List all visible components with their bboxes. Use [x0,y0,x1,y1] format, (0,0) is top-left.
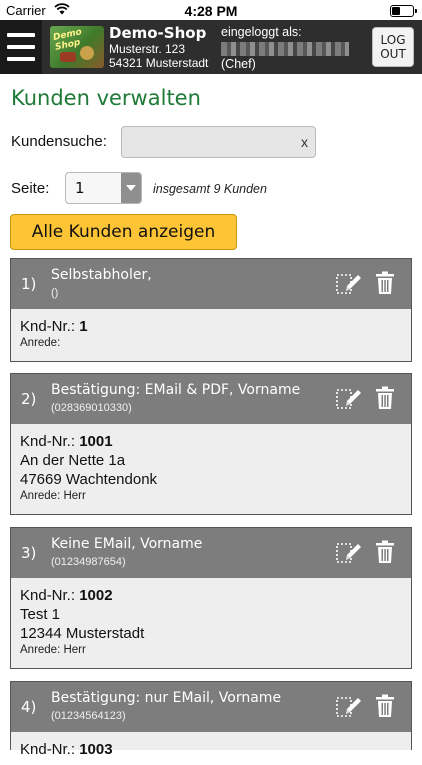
customer-phone: () [51,287,59,299]
logout-button[interactable]: LOG OUT [372,27,414,67]
customer-card-body: Knd-Nr.: 1003 [20,741,113,758]
app-header: Demo Shop Demo-Shop Musterstr. 123 54321 … [0,20,422,74]
customer-number: 1002 [79,587,113,604]
customer-phone: (028369010330) [51,402,132,414]
customer-index: 2) [21,390,37,408]
edit-icon[interactable] [335,540,363,566]
total-customers: insgesamt 9 Kunden [153,182,267,196]
customer-number: 1 [79,318,88,335]
customer-card-header[interactable]: 4) Bestätigung: nur EMail, Vorname (0123… [11,682,411,732]
customer-card-header[interactable]: 2) Bestätigung: EMail & PDF, Vorname (02… [11,374,411,424]
customer-card-body: Knd-Nr.: 1001 An der Nette 1a 47669 Wach… [11,424,411,510]
page-select-value: 1 [75,179,85,197]
login-user-redacted [221,42,349,56]
trash-icon[interactable] [375,540,395,564]
shop-logo: Demo Shop [50,26,104,68]
customer-phone: (01234987654) [51,556,126,568]
customer-card-header[interactable]: 3) Keine EMail, Vorname (01234987654) [11,528,411,578]
customer-name: Selbstabholer, [51,267,152,283]
search-input[interactable]: x [121,126,316,158]
trash-icon[interactable] [375,386,395,410]
customer-index: 4) [21,698,37,716]
login-role: (Chef) [221,57,256,71]
status-bar: Carrier 4:28 PM [0,0,422,20]
customer-name: Keine EMail, Vorname [51,536,203,552]
customer-street: An der Nette 1a [20,452,126,469]
customer-card: 2) Bestätigung: EMail & PDF, Vorname (02… [10,373,412,515]
edit-icon[interactable] [335,271,363,297]
edit-icon[interactable] [335,694,363,720]
customer-phone: (01234564123) [51,710,126,722]
customer-card-body: Knd-Nr.: 1 Anrede: [20,318,88,349]
search-label: Kundensuche: [11,133,107,150]
show-all-customers-button[interactable]: Alle Kunden anzeigen [10,214,237,250]
customer-card: 4) Bestätigung: nur EMail, Vorname (0123… [10,681,412,758]
customer-card-body: Knd-Nr.: 1002 Test 1 12344 Musterstadt A… [11,578,411,664]
page-label: Seite: [11,180,50,197]
customer-card: 3) Keine EMail, Vorname (01234987654) Kn… [10,527,412,669]
login-label: eingeloggt als: [221,25,302,39]
page-select[interactable]: 1 [65,172,142,204]
menu-button[interactable] [0,20,42,74]
trash-icon[interactable] [375,271,395,295]
customer-card: 1) Selbstabholer, () Knd-Nr.: 1 Anrede: [10,258,412,362]
chevron-down-icon [121,173,141,203]
customer-salutation: Herr [63,490,86,502]
customer-city: 12344 Musterstadt [20,625,145,642]
shop-address-street: Musterstr. 123 [109,42,186,56]
trash-icon[interactable] [375,694,395,718]
edit-icon[interactable] [335,386,363,412]
customer-number: 1001 [79,433,113,450]
customer-street: Test 1 [20,606,61,623]
page-title: Kunden verwalten [11,86,201,110]
clock: 4:28 PM [184,3,238,19]
customer-name: Bestätigung: nur EMail, Vorname [51,690,282,706]
customer-index: 3) [21,544,37,562]
customer-name: Bestätigung: EMail & PDF, Vorname [51,382,301,398]
battery-icon [390,5,417,17]
clear-search-button[interactable]: x [301,134,308,150]
shop-name: Demo-Shop [109,24,207,42]
customer-salutation: Herr [63,644,86,656]
customer-index: 1) [21,275,37,293]
shop-address-city: 54321 Musterstadt [109,56,209,70]
customer-city: 47669 Wachtendonk [20,471,158,488]
hamburger-icon [7,33,35,37]
customer-card-header[interactable]: 1) Selbstabholer, () [11,259,411,309]
